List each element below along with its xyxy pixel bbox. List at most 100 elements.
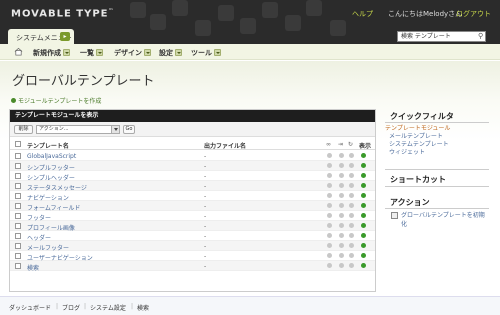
table-row: フッター - xyxy=(10,211,375,222)
home-icon[interactable] xyxy=(14,47,23,56)
create-module-link[interactable]: モジュールテンプレートを作成 xyxy=(11,96,101,105)
table-row: ナビゲーション - xyxy=(10,191,375,202)
logout-link[interactable]: ログアウト xyxy=(456,9,491,19)
include-status-icon xyxy=(339,183,344,188)
column-header-name[interactable]: テンプレート名 xyxy=(27,141,69,150)
refresh-global-templates-link[interactable]: グローバルテンプレートを初期化 xyxy=(401,211,489,229)
output-file-name: - xyxy=(204,173,207,180)
cache-status-icon xyxy=(349,163,354,168)
include-status-icon xyxy=(339,263,344,268)
sidebar-divider xyxy=(385,169,489,170)
linked-status-icon xyxy=(327,163,332,168)
output-file-name: - xyxy=(204,203,207,210)
menu-settings[interactable]: 設定 xyxy=(159,48,182,58)
cache-status-icon xyxy=(349,213,354,218)
row-checkbox[interactable] xyxy=(15,223,21,229)
published-status-icon xyxy=(361,193,366,198)
shortcut-title: ショートカット xyxy=(390,175,446,184)
menu-list[interactable]: 一覧 xyxy=(80,48,103,58)
delete-button[interactable]: 削除 xyxy=(14,125,33,134)
published-status-icon xyxy=(361,213,366,218)
footer-link-search[interactable]: 検索 xyxy=(137,303,149,312)
help-link[interactable]: ヘルプ xyxy=(352,9,373,19)
menu-tools-label: ツール xyxy=(191,49,212,57)
row-checkbox[interactable] xyxy=(15,263,21,269)
select-all-checkbox[interactable] xyxy=(15,141,21,147)
template-name-link[interactable]: 検索 xyxy=(27,263,39,272)
app-logo-text: MOVABLE TYPE xyxy=(11,8,109,20)
chevron-down-icon xyxy=(96,49,103,56)
system-menu-dropdown-button[interactable]: ▸ xyxy=(60,32,70,41)
menu-design[interactable]: デザイン xyxy=(114,48,151,58)
table-row: ユーザーナビゲーション - xyxy=(10,251,375,262)
menu-tools[interactable]: ツール xyxy=(191,48,221,58)
header-decoration xyxy=(330,20,346,36)
quick-filter-item[interactable]: ウィジェット xyxy=(385,149,450,157)
quick-filter-item[interactable]: システムテンプレート xyxy=(385,141,450,149)
plus-icon xyxy=(11,98,16,103)
system-menu-tab[interactable]: システムメニュー ▸ xyxy=(8,29,74,44)
quick-filter-item[interactable]: メールテンプレート xyxy=(385,133,450,141)
quick-filter-list: テンプレートモジュール メールテンプレート システムテンプレート ウィジェット xyxy=(385,125,450,157)
header-decoration xyxy=(285,15,301,31)
include-status-icon xyxy=(339,163,344,168)
row-checkbox[interactable] xyxy=(15,213,21,219)
template-name-link[interactable]: GlobalJavaScript xyxy=(27,153,76,160)
header-decoration xyxy=(240,18,256,34)
output-file-name: - xyxy=(204,243,207,250)
footer-link-system-settings[interactable]: システム設定 xyxy=(90,303,126,312)
search-icon[interactable]: ⚲ xyxy=(478,32,486,41)
action-select[interactable]: アクション... xyxy=(36,125,120,134)
row-checkbox[interactable] xyxy=(15,183,21,189)
linked-status-icon xyxy=(327,253,332,258)
include-status-icon xyxy=(339,193,344,198)
table-row: 検索 - xyxy=(10,261,375,272)
action-title: アクション xyxy=(390,198,430,207)
published-status-icon xyxy=(361,253,366,258)
go-button[interactable]: Go xyxy=(123,125,135,134)
header-decoration xyxy=(218,5,234,21)
column-header-show[interactable]: 表示 xyxy=(359,141,371,150)
action-select-value: アクション... xyxy=(39,126,69,132)
published-status-icon xyxy=(361,233,366,238)
menu-create[interactable]: 新規作成 xyxy=(33,48,70,58)
output-file-name: - xyxy=(204,213,207,220)
linked-status-icon xyxy=(327,233,332,238)
sidebar-divider xyxy=(385,186,489,187)
menu-create-label: 新規作成 xyxy=(33,49,61,57)
action-bar: 削除 アクション... Go xyxy=(10,122,375,137)
row-checkbox[interactable] xyxy=(15,243,21,249)
footer-link-blog[interactable]: ブログ xyxy=(62,303,80,312)
footer-link-dashboard[interactable]: ダッシュボード xyxy=(9,303,51,312)
template-list-panel: テンプレートモジュールを表示 削除 アクション... Go テンプレート名 出力… xyxy=(9,109,376,292)
output-file-name: - xyxy=(204,183,207,190)
include-status-icon xyxy=(339,203,344,208)
user-greeting: こんにちはMelodyさん xyxy=(388,10,463,18)
search-input[interactable]: 検索 テンプレート xyxy=(397,31,486,42)
row-checkbox[interactable] xyxy=(15,193,21,199)
published-status-icon xyxy=(361,223,366,228)
linked-status-icon xyxy=(327,263,332,268)
row-checkbox[interactable] xyxy=(15,153,21,159)
cache-status-icon xyxy=(349,263,354,268)
table-row: プロフィール画像 - xyxy=(10,221,375,232)
cache-status-icon xyxy=(349,203,354,208)
row-checkbox[interactable] xyxy=(15,253,21,259)
row-checkbox[interactable] xyxy=(15,233,21,239)
quick-filter-item[interactable]: テンプレートモジュール xyxy=(385,125,450,133)
row-checkbox[interactable] xyxy=(15,203,21,209)
linked-status-icon xyxy=(327,243,332,248)
column-header-output[interactable]: 出力ファイル名 xyxy=(204,141,246,150)
footer-separator: | xyxy=(131,303,134,310)
table-header: テンプレート名 出力ファイル名 ∞ ⇥ ↻ 表示 xyxy=(10,138,375,150)
chevron-down-icon xyxy=(111,126,119,133)
published-status-icon xyxy=(361,203,366,208)
output-file-name: - xyxy=(204,233,207,240)
main-menu-bar: 新規作成 一覧 デザイン 設定 ツール xyxy=(0,44,500,60)
row-checkbox[interactable] xyxy=(15,173,21,179)
table-row: GlobalJavaScript - xyxy=(10,151,375,161)
app-logo[interactable]: MOVABLE TYPE™ xyxy=(11,8,115,19)
footer-separator: | xyxy=(84,303,87,310)
output-file-name: - xyxy=(204,263,207,270)
row-checkbox[interactable] xyxy=(15,163,21,169)
